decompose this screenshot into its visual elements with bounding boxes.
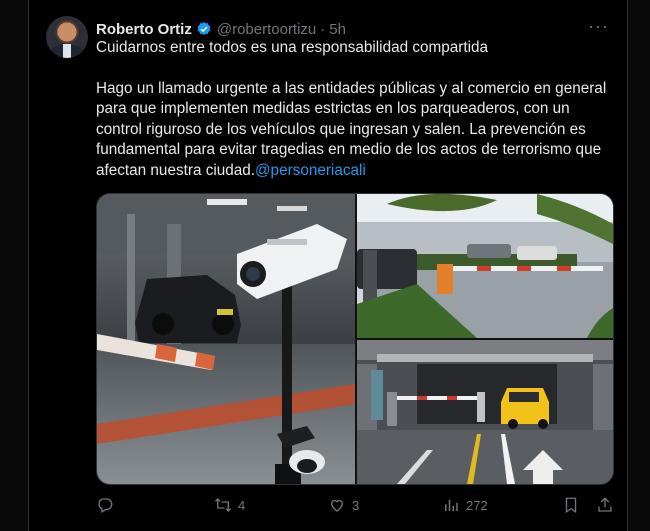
like-icon xyxy=(331,499,343,512)
media-grid xyxy=(96,193,614,485)
tweet-body-paragraph: Hago un llamado urgente a las entidades … xyxy=(96,79,611,182)
share-button[interactable] xyxy=(596,496,620,514)
action-bar: 4 3 272 xyxy=(96,496,616,518)
like-button[interactable]: 3 xyxy=(328,496,359,514)
post-time[interactable]: 5h xyxy=(329,21,346,38)
separator-dot: · xyxy=(320,20,326,38)
share-icon xyxy=(598,497,612,512)
author-handle[interactable]: @robertoortizu xyxy=(217,21,316,38)
image-security-camera[interactable] xyxy=(97,194,355,484)
reply-button[interactable] xyxy=(96,496,120,514)
reply-icon xyxy=(98,498,113,513)
bookmark-icon xyxy=(565,497,577,514)
mention-link[interactable]: @personeriacali xyxy=(255,162,366,179)
tweet-text: Cuidarnos entre todos es una responsabil… xyxy=(96,38,611,181)
tweet-header: Roberto Ortiz @robertoortizu · 5h ··· xyxy=(96,16,617,40)
repost-button[interactable]: 4 xyxy=(214,496,245,514)
image-parking-entrance[interactable] xyxy=(357,340,613,484)
more-icon[interactable]: ··· xyxy=(588,16,609,37)
tweet-headline: Cuidarnos entre todos es una responsabil… xyxy=(96,39,489,56)
avatar[interactable] xyxy=(46,16,88,58)
image-parking-barrier[interactable] xyxy=(357,194,613,338)
bookmark-button[interactable] xyxy=(562,496,586,514)
author-name[interactable]: Roberto Ortiz xyxy=(96,21,192,38)
views-button[interactable]: 272 xyxy=(442,496,488,514)
like-count: 3 xyxy=(352,497,360,513)
repost-icon xyxy=(215,498,231,512)
timeline-frame: Roberto Ortiz @robertoortizu · 5h ··· Cu… xyxy=(0,0,650,531)
right-column-edge xyxy=(627,0,650,531)
views-icon xyxy=(445,499,458,511)
tweet[interactable]: Roberto Ortiz @robertoortizu · 5h ··· Cu… xyxy=(30,0,627,531)
repost-count: 4 xyxy=(238,497,246,513)
left-column-edge xyxy=(0,0,29,531)
views-count: 272 xyxy=(466,497,488,513)
verified-icon xyxy=(197,22,211,36)
